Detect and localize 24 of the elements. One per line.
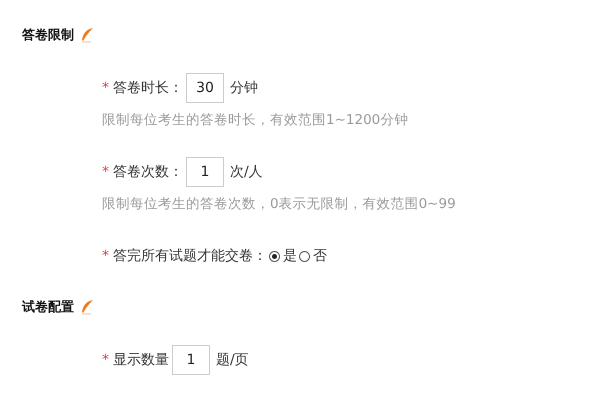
field-label: 显示数量 [113,351,169,369]
field-label: 答卷时长： [113,79,183,97]
section-title: 试卷配置 [22,299,74,316]
feather-icon [80,299,94,315]
required-mark: * [102,80,109,96]
field-label: 答卷次数： [113,163,183,181]
field-label: 答完所有试题才能交卷： [113,247,267,265]
option-label: 是 [283,247,297,265]
option-label: 否 [313,247,327,265]
unit-label: 题/页 [216,351,249,369]
required-mark: * [102,248,109,264]
feather-icon [80,27,94,43]
radio-button[interactable] [299,250,310,262]
number-input[interactable]: 30 [186,73,224,103]
number-input[interactable]: 1 [172,345,210,375]
required-mark: * [102,352,109,368]
unit-label: 分钟 [230,79,258,97]
radio-button[interactable] [269,250,280,262]
hint-text: 限制每位考生的答卷次数，0表示无限制，有效范围0~99 [102,195,457,214]
unit-label: 次/人 [230,163,263,181]
section-title: 答卷限制 [22,27,74,44]
required-mark: * [102,164,109,180]
number-input[interactable]: 1 [186,157,224,187]
hint-text: 限制每位考生的答卷时长，有效范围1~1200分钟 [102,111,410,130]
